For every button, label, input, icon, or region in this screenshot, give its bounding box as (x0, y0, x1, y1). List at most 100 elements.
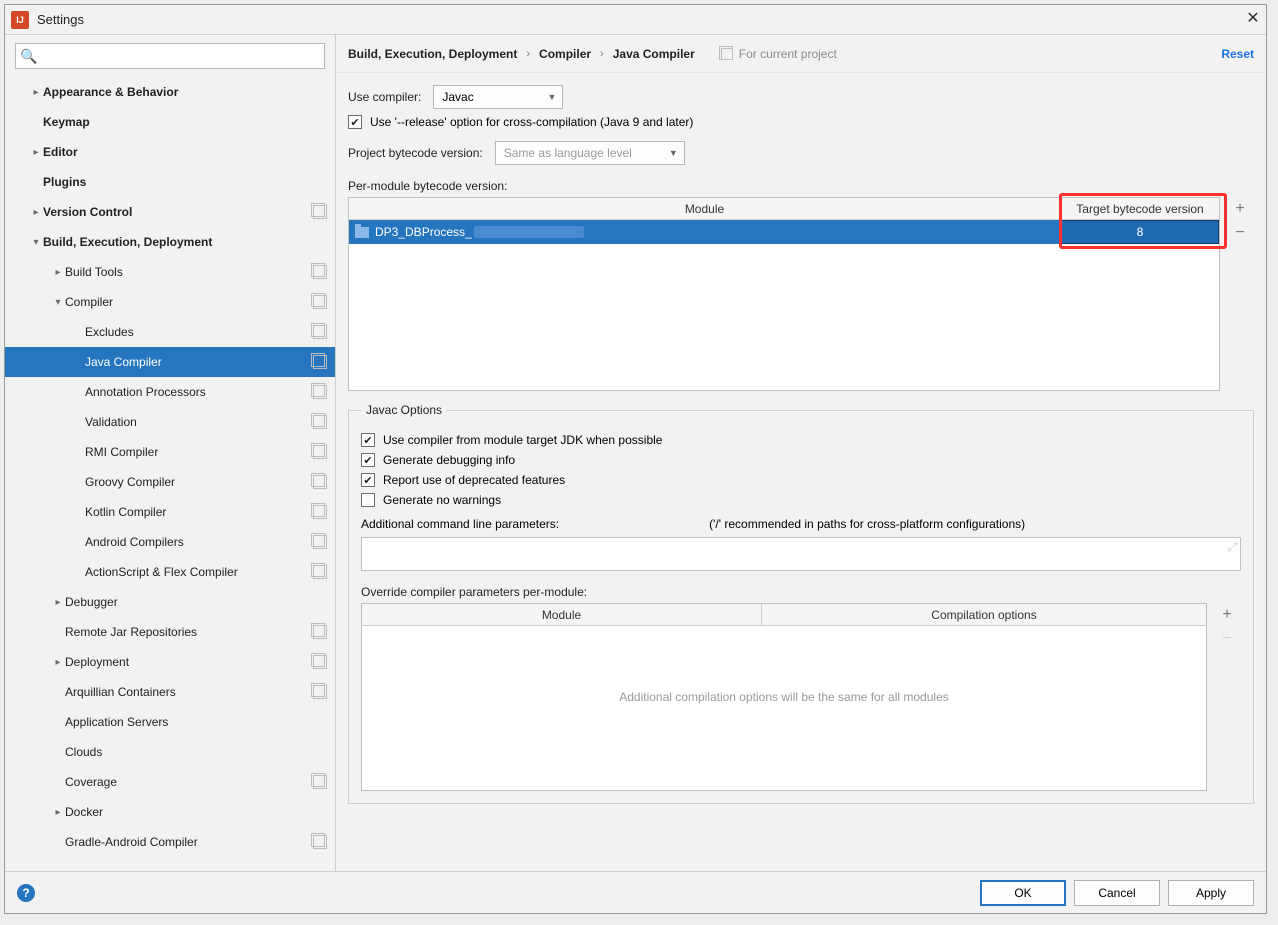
reset-link[interactable]: Reset (1221, 47, 1254, 61)
table-row[interactable]: DP3_DBProcess_ 8 (349, 220, 1219, 244)
tree-item-groovy-compiler[interactable]: Groovy Compiler (5, 467, 335, 497)
tree-item-kotlin-compiler[interactable]: Kotlin Compiler (5, 497, 335, 527)
tree-item-compiler[interactable]: ▾Compiler (5, 287, 335, 317)
col-opts[interactable]: Compilation options (762, 604, 1206, 625)
tree-item-build-tools[interactable]: ▸Build Tools (5, 257, 335, 287)
tree-item-coverage[interactable]: Coverage (5, 767, 335, 797)
opt3-row[interactable]: Report use of deprecated features (361, 473, 1241, 487)
content-pane: Build, Execution, Deployment › Compiler … (336, 35, 1266, 871)
chevron-right-icon[interactable]: ▸ (29, 147, 43, 158)
cancel-button[interactable]: Cancel (1074, 880, 1160, 906)
settings-window: IJ Settings ✕ 🔍 ▸Appearance & BehaviorKe… (4, 4, 1267, 914)
expand-icon[interactable]: ⤢ (1227, 540, 1237, 555)
override-empty-hint: Additional compilation options will be t… (362, 626, 1206, 704)
tree-item-editor[interactable]: ▸Editor (5, 137, 335, 167)
tree-item-label: Android Compilers (85, 535, 313, 549)
help-icon[interactable]: ? (17, 884, 35, 902)
tree-item-deployment[interactable]: ▸Deployment (5, 647, 335, 677)
opt2-row[interactable]: Generate debugging info (361, 453, 1241, 467)
tree-item-label: Validation (85, 415, 313, 429)
tree-item-label: Build, Execution, Deployment (43, 235, 327, 249)
chevron-right-icon[interactable]: ▸ (51, 657, 65, 668)
release-label: Use '--release' option for cross-compila… (370, 115, 693, 129)
add-override-button[interactable]: + (1213, 603, 1241, 627)
remove-override-button[interactable]: − (1213, 627, 1241, 651)
remove-row-button[interactable]: − (1226, 221, 1254, 245)
tree-item-rmi-compiler[interactable]: RMI Compiler (5, 437, 335, 467)
tree-item-label: Deployment (65, 655, 313, 669)
crumb-2[interactable]: Compiler (539, 47, 591, 61)
tree-item-debugger[interactable]: ▸Debugger (5, 587, 335, 617)
tree-item-clouds[interactable]: Clouds (5, 737, 335, 767)
chevron-right-icon[interactable]: ▸ (51, 807, 65, 818)
chevron-down-icon[interactable]: ▾ (51, 297, 65, 308)
tree-item-label: Annotation Processors (85, 385, 313, 399)
chevron-down-icon[interactable]: ▾ (29, 237, 43, 248)
col-module[interactable]: Module (349, 198, 1061, 219)
opt1-row[interactable]: Use compiler from module target JDK when… (361, 433, 1241, 447)
chevron-right-icon[interactable]: ▸ (29, 207, 43, 218)
project-scope-icon (313, 775, 327, 789)
chevron-right-icon: › (526, 48, 530, 60)
project-bytecode-label: Project bytecode version: (348, 146, 483, 160)
tree-item-arquillian-containers[interactable]: Arquillian Containers (5, 677, 335, 707)
opt4-row[interactable]: Generate no warnings (361, 493, 1241, 507)
tree-item-docker[interactable]: ▸Docker (5, 797, 335, 827)
tree-item-build-execution-deployment[interactable]: ▾Build, Execution, Deployment (5, 227, 335, 257)
tree-item-keymap[interactable]: Keymap (5, 107, 335, 137)
tree-item-appearance-behavior[interactable]: ▸Appearance & Behavior (5, 77, 335, 107)
tree-item-label: Application Servers (65, 715, 327, 729)
release-option-row[interactable]: Use '--release' option for cross-compila… (348, 115, 1254, 129)
tree-item-version-control[interactable]: ▸Version Control (5, 197, 335, 227)
project-bytecode-select[interactable]: Same as language level ▼ (495, 141, 685, 165)
project-scope-icon (313, 205, 327, 219)
tree-item-validation[interactable]: Validation (5, 407, 335, 437)
per-module-table: Module Target bytecode version DP3_DBPro… (348, 197, 1220, 391)
tree-item-remote-jar-repositories[interactable]: Remote Jar Repositories (5, 617, 335, 647)
tree-item-application-servers[interactable]: Application Servers (5, 707, 335, 737)
col-target[interactable]: Target bytecode version (1061, 198, 1219, 219)
tree-item-gradle-android-compiler[interactable]: Gradle-Android Compiler (5, 827, 335, 857)
project-scope-icon (313, 625, 327, 639)
tree-item-label: Clouds (65, 745, 327, 759)
chevron-down-icon: ▼ (669, 148, 678, 158)
close-icon[interactable]: ✕ (1246, 13, 1260, 27)
chevron-right-icon[interactable]: ▸ (51, 267, 65, 278)
tree-item-label: Coverage (65, 775, 313, 789)
project-scope-icon (313, 385, 327, 399)
tree-item-annotation-processors[interactable]: Annotation Processors (5, 377, 335, 407)
tree-item-java-compiler[interactable]: Java Compiler (5, 347, 335, 377)
tree-item-label: Docker (65, 805, 327, 819)
search-input[interactable] (15, 43, 325, 69)
chevron-right-icon[interactable]: ▸ (51, 597, 65, 608)
tree-item-excludes[interactable]: Excludes (5, 317, 335, 347)
tree-item-label: Java Compiler (85, 355, 313, 369)
tree-item-label: RMI Compiler (85, 445, 313, 459)
tree-item-actionscript-flex-compiler[interactable]: ActionScript & Flex Compiler (5, 557, 335, 587)
opt4-checkbox[interactable] (361, 493, 375, 507)
ok-button[interactable]: OK (980, 880, 1066, 906)
tree-item-label: Gradle-Android Compiler (65, 835, 313, 849)
use-compiler-select[interactable]: Javac ▼ (433, 85, 563, 109)
add-row-button[interactable]: + (1226, 197, 1254, 221)
add-params-input[interactable]: ⤢ (361, 537, 1241, 571)
chevron-right-icon[interactable]: ▸ (29, 87, 43, 98)
javac-options-group: Javac Options Use compiler from module t… (348, 403, 1254, 804)
release-checkbox[interactable] (348, 115, 362, 129)
project-scope-icon (313, 475, 327, 489)
folder-icon (355, 227, 369, 238)
chevron-right-icon: › (600, 48, 604, 60)
tree-item-android-compilers[interactable]: Android Compilers (5, 527, 335, 557)
apply-button[interactable]: Apply (1168, 880, 1254, 906)
opt1-checkbox[interactable] (361, 433, 375, 447)
tree-item-label: Debugger (65, 595, 327, 609)
opt3-checkbox[interactable] (361, 473, 375, 487)
tree-item-label: Plugins (43, 175, 327, 189)
crumb-1[interactable]: Build, Execution, Deployment (348, 47, 517, 61)
tree-item-label: Editor (43, 145, 327, 159)
app-icon: IJ (11, 11, 29, 29)
tree-item-plugins[interactable]: Plugins (5, 167, 335, 197)
opt2-checkbox[interactable] (361, 453, 375, 467)
col-module2[interactable]: Module (362, 604, 762, 625)
tree-item-label: Version Control (43, 205, 313, 219)
